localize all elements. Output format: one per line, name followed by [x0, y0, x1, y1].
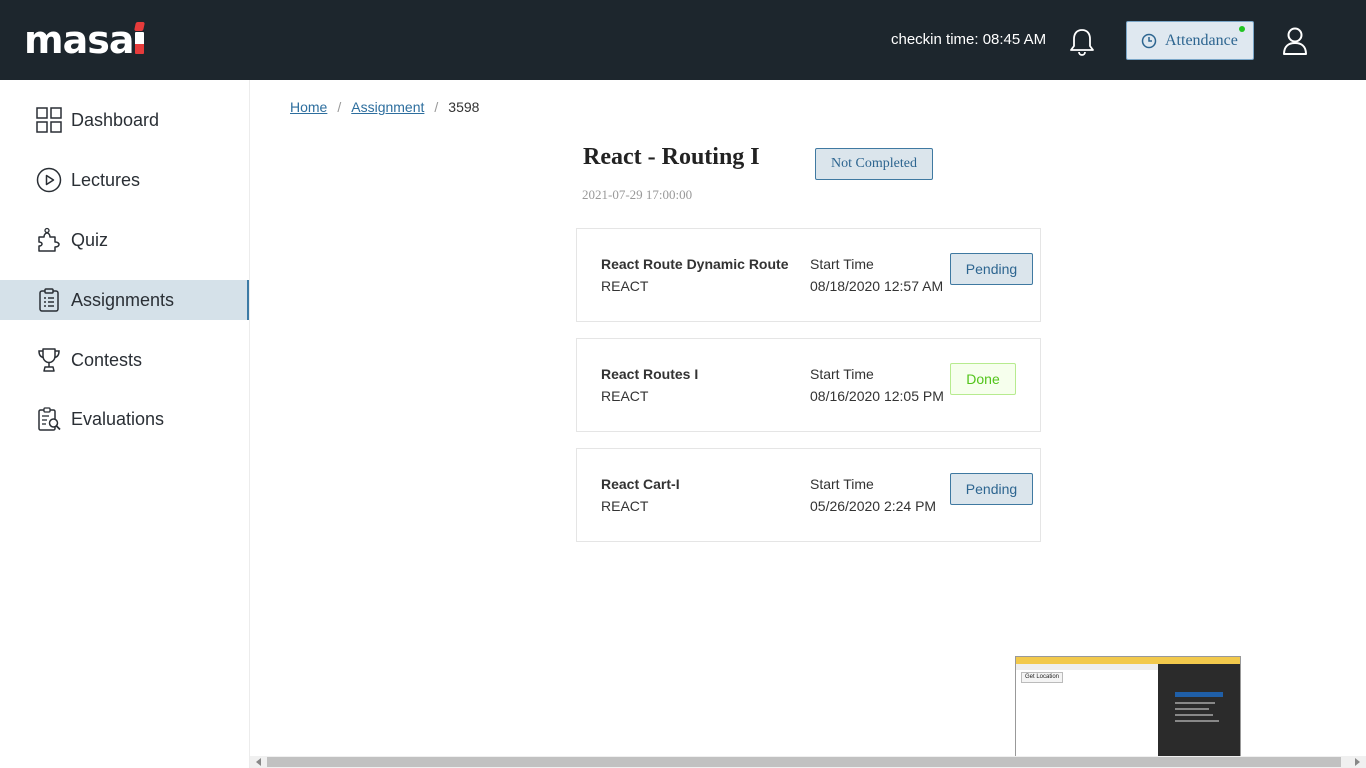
problem-card[interactable]: React Routes I REACT Start Time 08/16/20… [576, 338, 1041, 432]
start-time-label: Start Time [810, 256, 874, 272]
breadcrumb-home-link[interactable]: Home [290, 98, 327, 116]
preview-devtools-line [1175, 720, 1219, 722]
puzzle-icon [38, 227, 60, 252]
problem-category: REACT [601, 278, 649, 294]
scrollbar-thumb[interactable] [267, 757, 1341, 767]
bell-icon[interactable] [1068, 27, 1096, 57]
preview-url-bar [1016, 664, 1158, 670]
sidebar-item-quiz[interactable]: Quiz [0, 220, 249, 260]
preview-get-location-button: Get Location [1021, 672, 1064, 683]
preview-devtools-line [1175, 708, 1209, 710]
sidebar-item-label: Contests [71, 349, 143, 370]
breadcrumb-separator: / [434, 99, 439, 115]
checkin-time: checkin time: 08:45 AM [891, 31, 1047, 48]
breadcrumb-separator: / [337, 99, 342, 115]
sidebar-item-label: Assignments [71, 289, 175, 310]
problem-category: REACT [601, 388, 649, 404]
sidebar-item-dashboard[interactable]: Dashboard [0, 100, 249, 140]
evaluation-icon [38, 407, 61, 431]
start-time-label: Start Time [810, 366, 874, 382]
problem-name: React Cart-I [601, 476, 680, 492]
scroll-right-arrow-icon[interactable] [1355, 758, 1360, 766]
scroll-left-arrow-icon[interactable] [256, 758, 261, 766]
start-time-label: Start Time [810, 476, 874, 492]
trophy-icon [38, 348, 60, 372]
breadcrumb: Home / Assignment / 3598 [290, 98, 479, 116]
horizontal-scrollbar[interactable] [250, 756, 1366, 768]
attendance-button[interactable]: Attendance [1126, 21, 1254, 60]
page-title: React - Routing I [583, 144, 760, 170]
preview-browser-tabs [1016, 657, 1240, 664]
sidebar-item-label: Quiz [71, 229, 109, 250]
sidebar-item-assignments[interactable]: Assignments [0, 280, 249, 320]
user-profile-icon[interactable] [1282, 26, 1308, 56]
sidebar-item-lectures[interactable]: Lectures [0, 160, 249, 200]
problem-name: React Route Dynamic Route [601, 256, 789, 272]
breadcrumb-current: 3598 [448, 99, 480, 115]
sidebar-item-label: Evaluations [71, 408, 165, 429]
top-header: masa checkin time: 08:45 AM Attendance [0, 0, 1366, 80]
start-time-value: 05/26/2020 2:24 PM [810, 498, 937, 514]
completion-status-badge: Not Completed [815, 148, 933, 180]
start-time-value: 08/16/2020 12:05 PM [810, 388, 944, 404]
clipboard-icon [39, 288, 59, 312]
screen-share-preview[interactable]: Get Location [1015, 656, 1241, 768]
attendance-label: Attendance [1165, 31, 1238, 49]
sidebar-item-contests[interactable]: Contests [0, 340, 249, 380]
problem-status-badge[interactable]: Pending [950, 253, 1033, 285]
problem-status-badge[interactable]: Pending [950, 473, 1033, 505]
preview-devtools-panel [1158, 664, 1240, 767]
start-time-value: 08/18/2020 12:57 AM [810, 278, 944, 294]
masai-logo[interactable]: masa [24, 18, 145, 62]
preview-devtools-highlight [1175, 692, 1223, 697]
grid-icon [36, 107, 62, 133]
sidebar: Dashboard Lectures Quiz Assignments Cont… [0, 80, 250, 768]
sidebar-item-evaluations[interactable]: Evaluations [0, 399, 249, 439]
problem-card[interactable]: React Route Dynamic Route REACT Start Ti… [576, 228, 1041, 322]
preview-devtools-line [1175, 714, 1213, 716]
clock-icon [1141, 33, 1157, 48]
online-status-dot [1239, 26, 1245, 32]
breadcrumb-assignment-link[interactable]: Assignment [351, 98, 424, 116]
sidebar-item-label: Lectures [71, 169, 141, 190]
problem-status-badge[interactable]: Done [950, 363, 1016, 395]
problem-name: React Routes I [601, 366, 699, 382]
sidebar-item-label: Dashboard [71, 109, 160, 130]
assignment-date: 2021-07-29 17:00:00 [582, 187, 693, 202]
play-circle-icon [36, 167, 62, 193]
problem-category: REACT [601, 498, 649, 514]
problem-card[interactable]: React Cart-I REACT Start Time 05/26/2020… [576, 448, 1041, 542]
preview-devtools-line [1175, 702, 1215, 704]
